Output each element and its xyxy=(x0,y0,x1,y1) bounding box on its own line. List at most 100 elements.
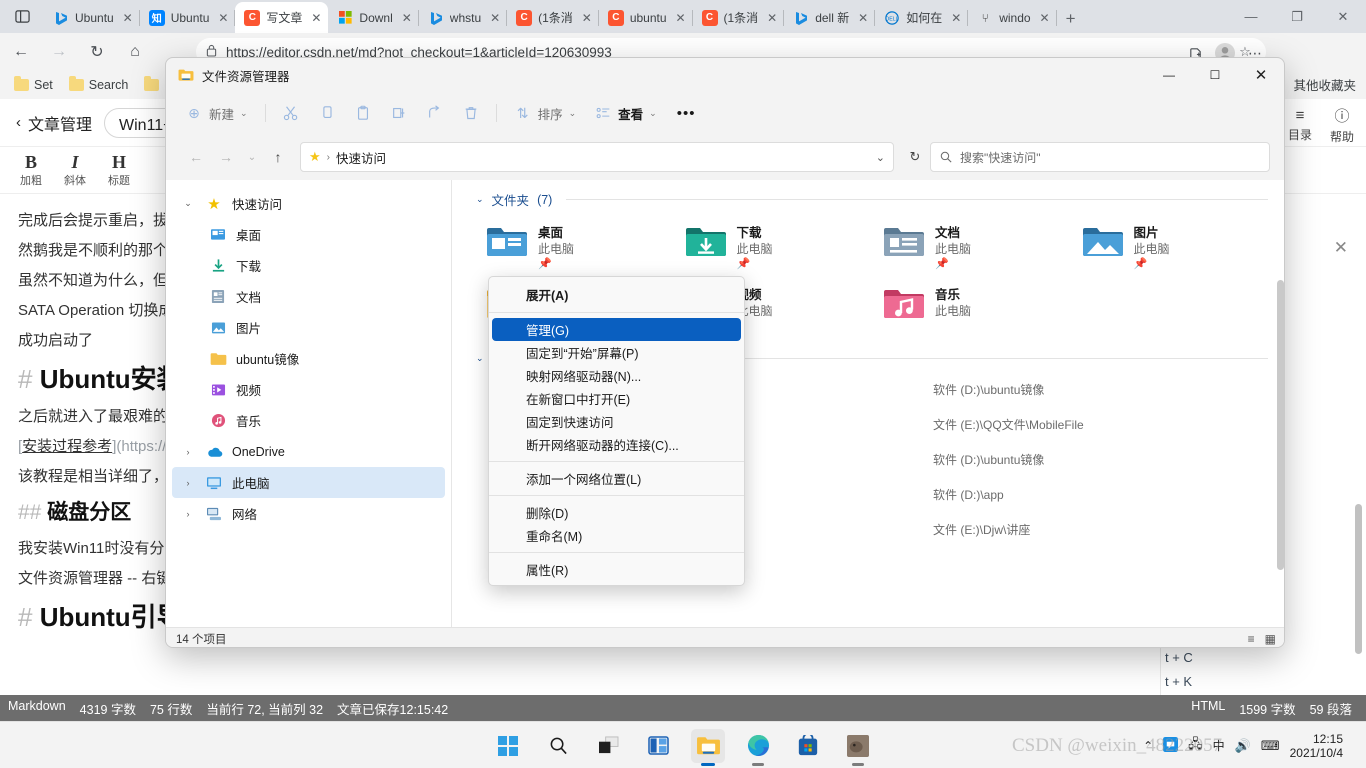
article-manage-back-link[interactable]: ‹ 文章管理 xyxy=(16,111,92,135)
breadcrumb-bar[interactable]: ★ › 快速访问 ⌄ xyxy=(300,142,894,172)
context-menu-item[interactable]: 删除(D) xyxy=(492,501,741,524)
explorer-maximize-button[interactable]: ☐ xyxy=(1192,58,1238,92)
view-button[interactable]: 查看 ⌄ xyxy=(587,98,666,128)
search-button[interactable] xyxy=(541,729,575,763)
close-icon[interactable]: ✕ xyxy=(579,10,595,26)
heading-button[interactable]: H 标题 xyxy=(98,153,140,188)
nav-item-5[interactable]: ubuntu镜像 xyxy=(172,343,445,374)
delete-button[interactable] xyxy=(454,98,488,128)
close-icon[interactable]: ✕ xyxy=(673,10,689,26)
large-icons-view-button[interactable]: ▦ xyxy=(1265,632,1276,646)
details-view-button[interactable]: ≡ xyxy=(1248,632,1255,646)
context-menu-item[interactable]: 断开网络驱动器的连接(C)... xyxy=(492,433,741,456)
context-menu-item[interactable]: 映射网络驱动器(N)... xyxy=(492,364,741,387)
folder-item[interactable]: 图片 此电脑 📌 xyxy=(1078,217,1273,277)
tray-volume-icon[interactable]: 🔊 xyxy=(1235,738,1251,754)
folder-item[interactable]: 下载 此电脑 📌 xyxy=(681,217,876,277)
new-item-button[interactable]: ⊕ 新建 ⌄ xyxy=(176,98,257,128)
italic-button[interactable]: I 斜体 xyxy=(54,153,96,188)
task-view-button[interactable] xyxy=(591,729,625,763)
context-menu-item[interactable]: 固定到快速访问 xyxy=(492,410,741,433)
breadcrumb-current[interactable]: 快速访问 xyxy=(336,148,386,167)
share-button[interactable] xyxy=(418,98,452,128)
close-icon[interactable]: ✕ xyxy=(1037,10,1053,26)
close-icon[interactable]: ✕ xyxy=(487,10,503,26)
chevron-icon[interactable]: › xyxy=(180,509,196,519)
new-tab-button[interactable]: + xyxy=(1057,5,1085,33)
preview-inner-scrollbar[interactable] xyxy=(1355,504,1362,654)
explorer-search-box[interactable]: 搜索"快速访问" xyxy=(930,142,1270,172)
bold-button[interactable]: B 加粗 xyxy=(10,153,52,188)
close-icon[interactable]: ✕ xyxy=(948,10,964,26)
reload-icon[interactable]: ↻ xyxy=(80,37,114,67)
explorer-forward-button[interactable]: → xyxy=(212,143,240,171)
clock[interactable]: 12:15 2021/10/4 xyxy=(1290,732,1343,760)
content-scrollbar-thumb[interactable] xyxy=(1277,280,1284,570)
explorer-refresh-button[interactable]: ↻ xyxy=(902,144,928,170)
context-menu-item[interactable]: 属性(R) xyxy=(492,558,741,581)
rename-button[interactable] xyxy=(382,98,416,128)
explorer-up-button[interactable]: ↑ xyxy=(264,143,292,171)
bookmark-item[interactable]: Set xyxy=(8,75,59,95)
close-icon[interactable]: ✕ xyxy=(764,10,780,26)
bookmark-item[interactable]: Search xyxy=(63,75,135,95)
close-icon[interactable]: ✕ xyxy=(399,10,415,26)
explorer-title-bar[interactable]: 文件资源管理器 — ☐ ✕ xyxy=(166,58,1284,92)
tab-search-button[interactable] xyxy=(0,0,44,33)
close-icon[interactable]: ✕ xyxy=(120,10,136,26)
browser-tab[interactable]: 知 Ubuntu ✕ xyxy=(140,2,236,33)
sort-button[interactable]: ⇅ 排序 ⌄ xyxy=(505,98,586,128)
explorer-back-button[interactable]: ← xyxy=(182,143,210,171)
breadcrumb-dropdown-icon[interactable]: ⌄ xyxy=(876,151,885,164)
context-menu-item[interactable]: 展开(A) xyxy=(492,281,741,307)
paste-button[interactable] xyxy=(346,98,380,128)
toc-button[interactable]: ≡ 目录 xyxy=(1288,107,1312,143)
chevron-icon[interactable]: › xyxy=(180,447,196,457)
preview-close-icon[interactable]: ✕ xyxy=(1334,238,1348,258)
nav-item-1[interactable]: 桌面 xyxy=(172,219,445,250)
nav-item-8[interactable]: › OneDrive xyxy=(172,436,445,467)
nav-item-10[interactable]: › 网络 xyxy=(172,498,445,529)
tray-keyboard-icon[interactable]: ⌨ xyxy=(1261,738,1280,754)
widgets-button[interactable] xyxy=(641,729,675,763)
forward-icon[interactable]: → xyxy=(42,37,76,67)
nav-item-2[interactable]: 下载 xyxy=(172,250,445,281)
browser-tab[interactable]: dell 新 ✕ xyxy=(784,2,876,33)
explorer-close-button[interactable]: ✕ xyxy=(1238,58,1284,92)
more-options-button[interactable]: ••• xyxy=(668,98,705,128)
browser-tab[interactable]: DELL 如何在 ✕ xyxy=(875,2,969,33)
photos-button[interactable] xyxy=(841,729,875,763)
browser-close-button[interactable]: ✕ xyxy=(1320,0,1366,33)
nav-item-0[interactable]: ⌄ ★ 快速访问 xyxy=(172,188,445,219)
cut-button[interactable] xyxy=(274,98,308,128)
browser-maximize-button[interactable]: ❐ xyxy=(1274,0,1320,33)
back-icon[interactable]: ← xyxy=(4,37,38,67)
browser-tab[interactable]: ⑂ windo ✕ xyxy=(968,2,1057,33)
browser-tab[interactable]: Downl ✕ xyxy=(328,2,419,33)
nav-item-3[interactable]: 文档 xyxy=(172,281,445,312)
store-button[interactable] xyxy=(791,729,825,763)
nav-item-7[interactable]: 音乐 xyxy=(172,405,445,436)
folder-item[interactable]: 音乐 此电脑 xyxy=(879,279,1074,333)
context-menu-item[interactable]: 添加一个网络位置(L) xyxy=(492,467,741,490)
browser-tab[interactable]: Cubuntu ✕ xyxy=(599,2,693,33)
edge-button[interactable] xyxy=(741,729,775,763)
show-desktop-button[interactable] xyxy=(1353,739,1358,753)
start-button[interactable] xyxy=(491,729,525,763)
file-explorer-button[interactable] xyxy=(691,728,725,763)
context-menu-item[interactable]: 固定到“开始”屏幕(P) xyxy=(492,341,741,364)
close-icon[interactable]: ✕ xyxy=(215,10,231,26)
browser-tab[interactable]: whstu ✕ xyxy=(419,2,508,33)
help-button[interactable]: ⓘ 帮助 xyxy=(1330,105,1354,145)
browser-tab[interactable]: C (1条消 ✕ xyxy=(693,2,785,33)
context-menu-item[interactable]: 在新窗口中打开(E) xyxy=(492,387,741,410)
chevron-icon[interactable]: › xyxy=(180,478,196,488)
folder-item[interactable]: 桌面 此电脑 📌 xyxy=(482,217,677,277)
browser-tab[interactable]: C (1条消 ✕ xyxy=(507,2,599,33)
folders-group-header[interactable]: ⌄ 文件夹 (7) xyxy=(452,180,1284,213)
copy-button[interactable] xyxy=(310,98,344,128)
browser-tab[interactable]: Ubuntu ✕ xyxy=(44,2,140,33)
bookmark-item[interactable] xyxy=(138,76,165,94)
browser-tab[interactable]: C 写文章 ✕ xyxy=(235,2,329,33)
context-menu-item[interactable]: 重命名(M) xyxy=(492,524,741,547)
